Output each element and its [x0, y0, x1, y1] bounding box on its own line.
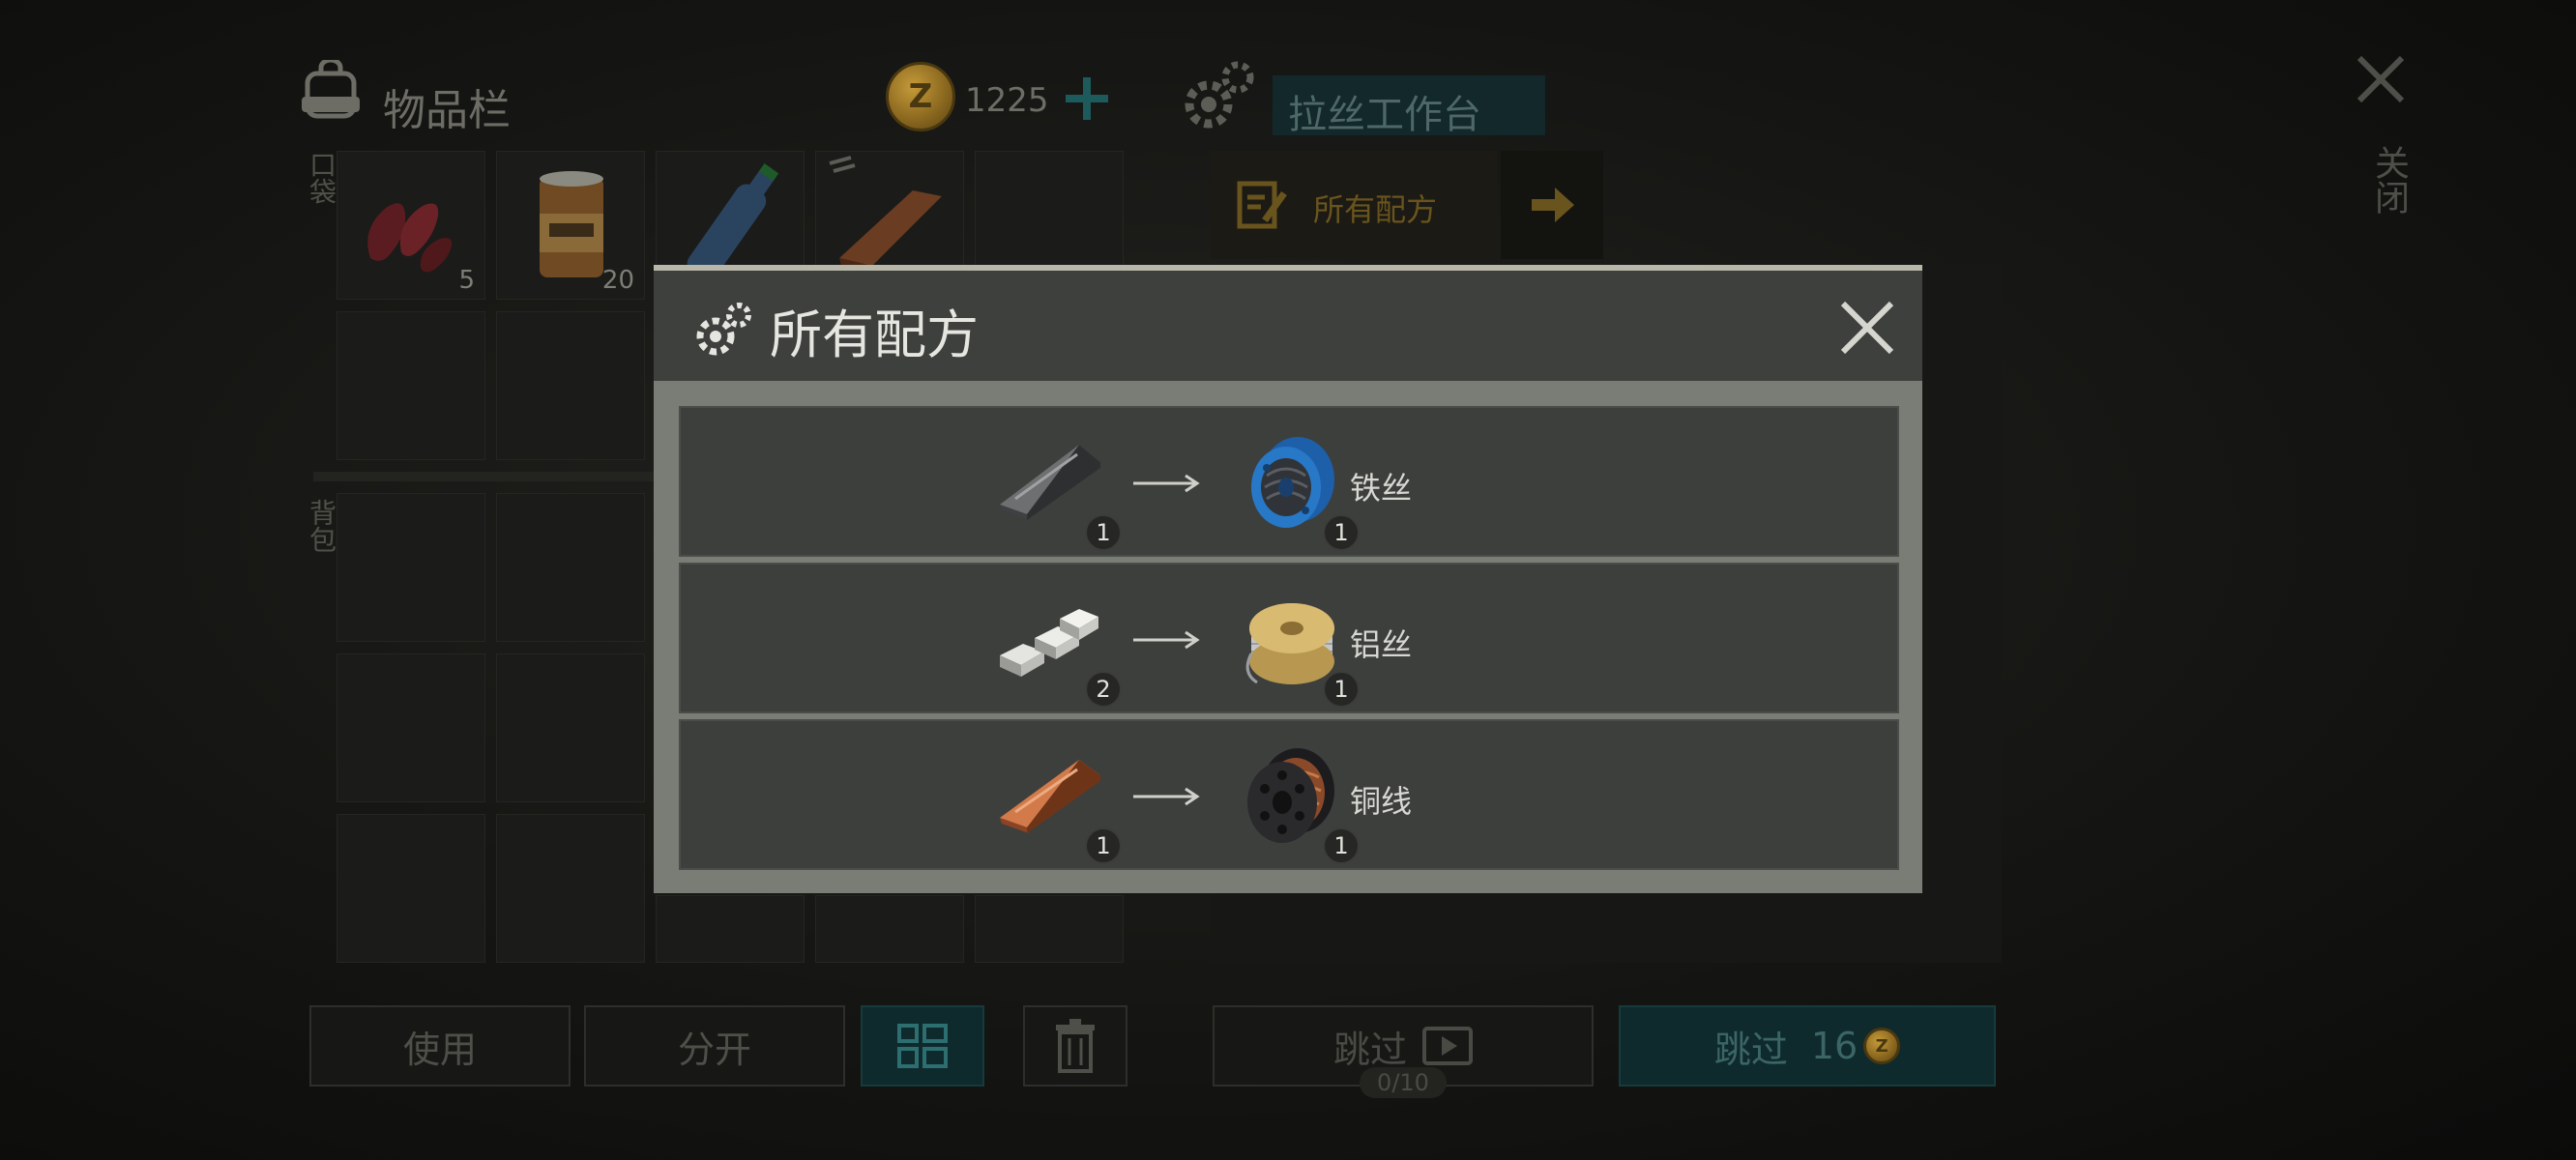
close-label[interactable]: 关闭 [2363, 145, 2414, 215]
sort-button[interactable] [861, 1005, 984, 1087]
grid-sort-icon [897, 1024, 948, 1068]
all-recipes-dialog: 所有配方 1 1 铁丝 2 1 铝丝 1 1 铜线 [654, 265, 1922, 893]
delete-button[interactable] [1023, 1005, 1127, 1087]
recipe-name: 铝丝 [1350, 626, 1413, 663]
gears-icon [1185, 61, 1254, 129]
add-currency-icon[interactable] [1064, 75, 1110, 122]
pocket-slot[interactable] [496, 311, 645, 460]
recipe-row-iron-wire[interactable]: 1 1 铁丝 [679, 406, 1899, 557]
arrow-right-icon [1133, 787, 1200, 806]
dialog-title: 所有配方 [770, 304, 979, 365]
pocket-slot[interactable]: 5 [337, 151, 485, 300]
coin-icon: Z [1863, 1028, 1901, 1064]
skip-paid-label: 跳过 [1713, 1028, 1788, 1071]
all-recipes-tab[interactable]: 所有配方 [1211, 151, 1497, 259]
recipes-tab-label: 所有配方 [1313, 191, 1438, 228]
coin-icon: Z [886, 62, 955, 131]
workbench-title: 拉丝工作台 [1288, 93, 1481, 137]
dialog-close-icon[interactable] [1837, 298, 1897, 358]
output-qty-badge: 1 [1323, 514, 1360, 551]
close-icon[interactable] [2356, 54, 2406, 104]
backpack-slot[interactable] [337, 493, 485, 642]
item-count: 20 [601, 266, 634, 295]
backpack-slot[interactable] [496, 814, 645, 963]
arrow-right-icon [1133, 474, 1200, 493]
recipe-name: 铜线 [1350, 783, 1413, 820]
skip-paid-cost: 16 [1810, 1025, 1859, 1067]
recipe-name: 铁丝 [1350, 470, 1413, 507]
gears-icon [696, 303, 751, 356]
output-qty-badge: 1 [1323, 827, 1360, 864]
iron-ingot-icon [1000, 445, 1100, 520]
output-qty-badge: 1 [1323, 671, 1360, 708]
input-qty-badge: 1 [1085, 827, 1122, 864]
backpack-slot[interactable] [496, 653, 645, 802]
use-button[interactable]: 使用 [309, 1005, 571, 1087]
skip-ad-label: 跳过 [1332, 1028, 1407, 1071]
skip-paid-button[interactable]: 跳过 16 Z [1619, 1005, 1996, 1087]
backpack-slot[interactable] [815, 895, 964, 963]
backpack-slot[interactable] [337, 814, 485, 963]
backpack-slot[interactable] [496, 493, 645, 642]
backpack-slot[interactable] [975, 895, 1124, 963]
inventory-title: 物品栏 [383, 86, 511, 135]
pocket-slot[interactable] [337, 311, 485, 460]
dialog-header: 所有配方 [654, 271, 1922, 381]
arrow-right-icon [1133, 630, 1200, 650]
backpack-slot[interactable] [337, 653, 485, 802]
input-qty-badge: 2 [1085, 671, 1122, 708]
recipe-row-copper-wire[interactable]: 1 1 铜线 [679, 719, 1899, 870]
pocket-label: 口袋 [306, 151, 337, 205]
pocket-slot[interactable]: 20 [496, 151, 645, 300]
currency-amount: 1225 [965, 81, 1049, 120]
copper-ingot-icon [1000, 760, 1100, 833]
backpack-icon [302, 60, 360, 119]
workbench-title-box: 拉丝工作台 [1273, 75, 1545, 137]
aluminum-ingots-icon [1000, 609, 1098, 677]
next-arrow-button[interactable] [1501, 151, 1603, 259]
trash-icon [1056, 1019, 1095, 1073]
game-screen: 物品栏 Z 1225 口袋 背包 5 20 拉丝工作台 所有配方 关闭 使用 分… [0, 0, 2576, 1160]
input-qty-badge: 1 [1085, 514, 1122, 551]
split-button[interactable]: 分开 [584, 1005, 845, 1087]
arrow-right-icon [1532, 188, 1574, 222]
backpack-label: 背包 [306, 499, 337, 553]
skip-ad-counter: 0/10 [1360, 1067, 1447, 1098]
item-count: 5 [458, 266, 475, 295]
backpack-slot[interactable] [656, 895, 805, 963]
recipe-note-icon [1237, 181, 1287, 229]
video-play-icon [1422, 1027, 1473, 1065]
recipe-row-aluminum-wire[interactable]: 2 1 铝丝 [679, 563, 1899, 713]
